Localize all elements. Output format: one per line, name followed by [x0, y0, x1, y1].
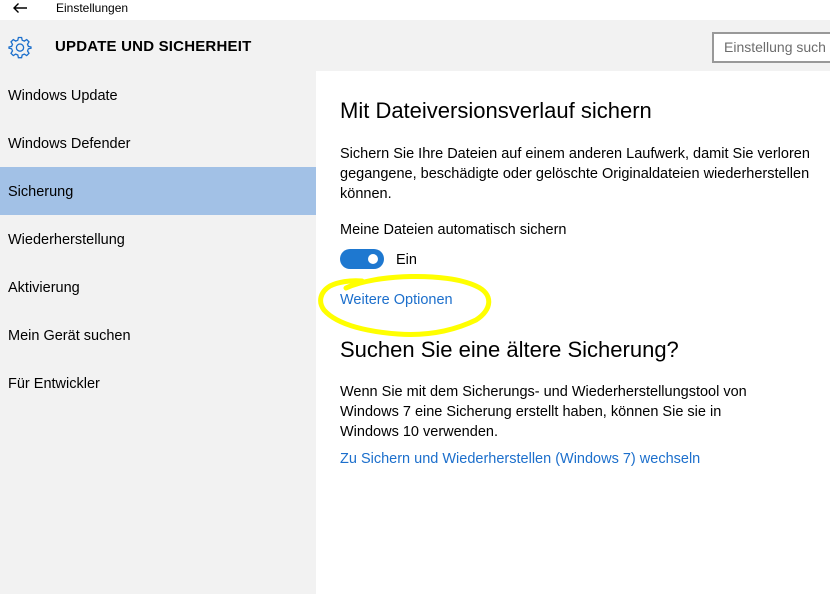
- auto-backup-label: Meine Dateien automatisch sichern: [340, 222, 567, 238]
- sidebar-item-sicherung[interactable]: Sicherung: [0, 167, 316, 215]
- sidebar-item-label: Aktivierung: [8, 280, 80, 296]
- title-bar: Einstellungen: [0, 0, 830, 20]
- more-options-link[interactable]: Weitere Optionen: [340, 292, 453, 308]
- sidebar-item-aktivierung[interactable]: Aktivierung: [0, 263, 316, 311]
- search-placeholder: Einstellung such: [724, 39, 826, 55]
- sidebar-item-windows-update[interactable]: Windows Update: [0, 71, 316, 119]
- toggle-knob: [368, 254, 378, 264]
- windows7-backup-link[interactable]: Zu Sichern und Wiederherstellen (Windows…: [340, 451, 700, 467]
- sidebar-item-label: Mein Gerät suchen: [8, 328, 131, 344]
- sidebar-item-label: Sicherung: [8, 184, 74, 200]
- sidebar-item-windows-defender[interactable]: Windows Defender: [0, 119, 316, 167]
- search-input[interactable]: Einstellung such: [712, 32, 830, 63]
- back-arrow-icon: [13, 3, 27, 13]
- sidebar-item-label: Wiederherstellung: [8, 232, 125, 248]
- file-history-description: Sichern Sie Ihre Dateien auf einem ander…: [340, 146, 810, 202]
- sidebar-item-label: Windows Update: [8, 88, 118, 104]
- toggle-state-label: Ein: [396, 252, 417, 268]
- auto-backup-toggle[interactable]: [340, 249, 384, 269]
- page-title: UPDATE UND SICHERHEIT: [55, 38, 252, 55]
- gear-icon: [8, 36, 32, 59]
- page-header: UPDATE UND SICHERHEIT Einstellung such: [0, 20, 830, 71]
- sidebar-item-label: Für Entwickler: [8, 376, 100, 392]
- sidebar-item-wiederherstellung[interactable]: Wiederherstellung: [0, 215, 316, 263]
- section-heading-older-backup: Suchen Sie eine ältere Sicherung?: [340, 337, 679, 362]
- section-heading-file-history: Mit Dateiversionsverlauf sichern: [340, 98, 652, 123]
- window-title: Einstellungen: [56, 1, 129, 15]
- sidebar-item-fuer-entwickler[interactable]: Für Entwickler: [0, 359, 316, 407]
- older-backup-description: Wenn Sie mit dem Sicherungs- und Wiederh…: [340, 384, 747, 440]
- main-content: Mit Dateiversionsverlauf sichern Sichern…: [316, 71, 830, 594]
- sidebar-item-mein-geraet-suchen[interactable]: Mein Gerät suchen: [0, 311, 316, 359]
- sidebar: Windows Update Windows Defender Sicherun…: [0, 71, 316, 594]
- back-button[interactable]: [8, 0, 32, 16]
- sidebar-item-label: Windows Defender: [8, 136, 131, 152]
